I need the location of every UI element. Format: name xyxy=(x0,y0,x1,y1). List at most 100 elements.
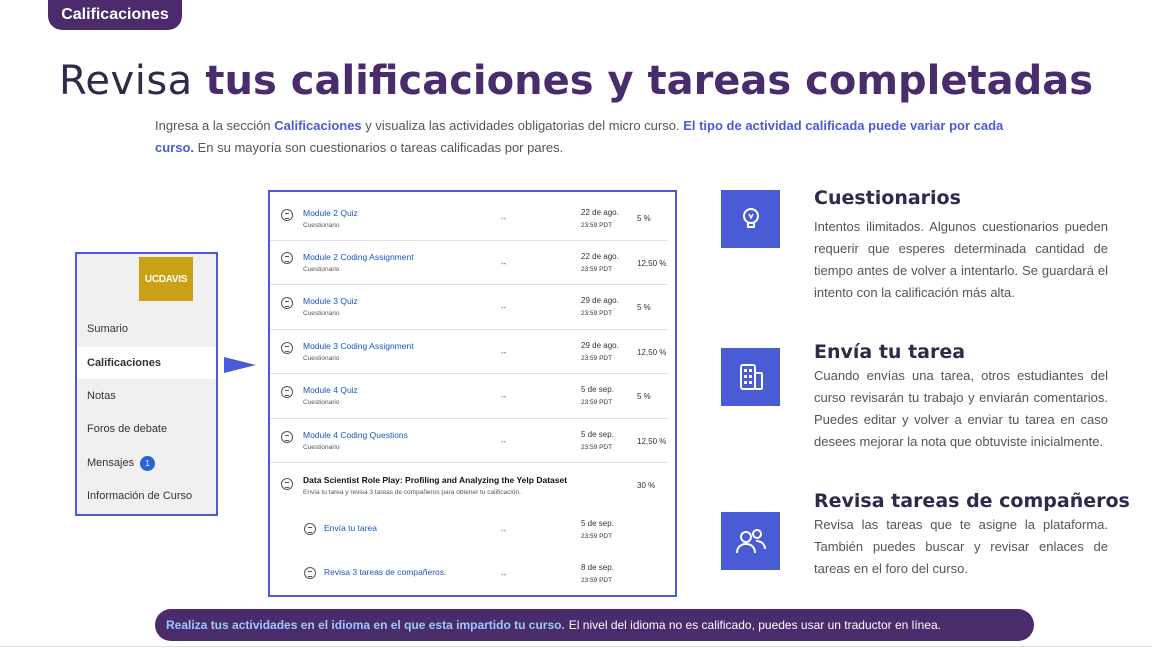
peer-assignment-title[interactable]: Data Scientist Role Play: Profiling and … xyxy=(303,475,567,485)
grade-value: -- xyxy=(501,303,507,312)
due-date: 22 de ago. xyxy=(581,252,619,261)
table-row[interactable]: Module 3 Quiz Cuestionario -- 29 de ago.… xyxy=(270,285,668,330)
quiz-icon xyxy=(281,297,293,309)
table-row[interactable]: Module 2 Coding Assignment Cuestionario … xyxy=(270,241,668,285)
assignment-type: Cuestionario xyxy=(303,310,340,317)
assignment-link[interactable]: Module 4 Coding Questions xyxy=(303,430,408,440)
due-time: 23:59 PDT xyxy=(581,533,613,540)
peer-review-icon xyxy=(304,523,316,535)
section-tag: Calificaciones xyxy=(48,0,182,30)
bottom-divider xyxy=(0,646,1152,647)
sidebar-item-label: Notas xyxy=(87,390,116,402)
sidebar-item-label: Sumario xyxy=(87,323,128,335)
sidebar-item-label: Mensajes xyxy=(87,457,135,469)
weight: 5 % xyxy=(637,303,651,312)
sidebar-item-foros[interactable]: Foros de debate xyxy=(77,413,216,445)
language-note-highlight: Realiza tus actividades en el idioma en … xyxy=(166,618,565,632)
sidebar-item-sumario[interactable]: Sumario xyxy=(77,313,216,345)
due-time: 23:59 PDT xyxy=(581,444,613,451)
grade-value: -- xyxy=(501,259,507,268)
forum-icon xyxy=(304,567,316,579)
assignment-link[interactable]: Module 4 Quiz xyxy=(303,385,358,395)
sidebar-item-mensajes[interactable]: Mensajes 1 xyxy=(77,447,216,479)
table-row[interactable]: Module 4 Quiz Cuestionario -- 5 de sep. … xyxy=(270,374,668,419)
peer-review-icon xyxy=(281,478,293,490)
building-icon xyxy=(721,348,780,406)
course-sidebar: UCDAVIS Sumario Calificaciones Notas For… xyxy=(75,252,218,516)
table-row[interactable]: Module 2 Quiz Cuestionario -- 22 de ago.… xyxy=(270,192,668,241)
people-icon xyxy=(721,512,780,570)
language-note-text: El nivel del idioma no es calificado, pu… xyxy=(568,618,942,632)
due-date: 22 de ago. xyxy=(581,208,619,217)
grade-value: -- xyxy=(501,526,507,535)
grade-value: -- xyxy=(501,348,507,357)
due-time: 23:59 PDT xyxy=(581,266,613,273)
feature-text-envia: Cuando envías una tarea, otros estudiant… xyxy=(814,368,1108,449)
assignment-type: Cuestionario xyxy=(303,266,340,273)
pointer-arrow-icon xyxy=(224,357,256,373)
lightbulb-icon xyxy=(721,190,780,248)
review-peers-link[interactable]: Revisa 3 tareas de compañeros. xyxy=(324,567,446,577)
feature-title-revisa: Revisa tareas de compañeros xyxy=(814,490,1130,512)
sidebar-item-label: Información de Curso xyxy=(87,490,193,502)
submit-task-link[interactable]: Envía tu tarea xyxy=(324,523,377,533)
due-time: 23:59 PDT xyxy=(581,399,613,406)
due-date: 8 de sep. xyxy=(581,563,614,572)
ucdavis-logo: UCDAVIS xyxy=(139,257,193,301)
assignment-link[interactable]: Module 3 Coding Assignment xyxy=(303,341,414,351)
weight: 12,50 % xyxy=(637,437,667,446)
quiz-icon xyxy=(281,209,293,221)
weight: 12,50 % xyxy=(637,348,667,357)
feature-title-envia: Envía tu tarea xyxy=(814,341,966,363)
title-light: Revisa xyxy=(58,58,193,104)
intro-highlight-1: Calificaciones xyxy=(274,118,362,133)
intro-paragraph: Ingresa a la sección Calificaciones y vi… xyxy=(155,115,1005,159)
due-time: 23:59 PDT xyxy=(581,577,613,584)
weight: 30 % xyxy=(637,481,656,490)
assignment-link[interactable]: Module 3 Quiz xyxy=(303,296,358,306)
sidebar-item-label: Foros de debate xyxy=(87,423,168,435)
intro-text-3: En su mayoría son cuestionarios o tareas… xyxy=(194,140,564,155)
assignment-type: Cuestionario xyxy=(303,444,340,451)
page-title: Revisa tus calificaciones y tareas compl… xyxy=(0,58,1152,104)
quiz-icon xyxy=(281,342,293,354)
due-date: 5 de sep. xyxy=(581,430,614,439)
feature-text-revisa: Revisa las tareas que te asigne la plata… xyxy=(814,517,1108,576)
due-date: 29 de ago. xyxy=(581,341,619,350)
language-note-bar: Realiza tus actividades en el idioma en … xyxy=(155,609,1034,641)
due-date: 5 de sep. xyxy=(581,519,614,528)
due-time: 23:59 PDT xyxy=(581,355,613,362)
grade-value: -- xyxy=(501,214,507,223)
table-row-submit[interactable]: Envía tu tarea -- 5 de sep. 23:59 PDT xyxy=(270,508,668,552)
table-row[interactable]: Module 3 Coding Assignment Cuestionario … xyxy=(270,330,668,374)
grades-table: Module 2 Quiz Cuestionario -- 22 de ago.… xyxy=(268,190,677,597)
due-time: 23:59 PDT xyxy=(581,222,613,229)
table-row[interactable]: Module 4 Coding Questions Cuestionario -… xyxy=(270,419,668,463)
table-row-review[interactable]: Revisa 3 tareas de compañeros. -- 8 de s… xyxy=(270,552,668,596)
grade-value: -- xyxy=(501,570,507,579)
feature-title-cuestionarios: Cuestionarios xyxy=(814,187,961,209)
weight: 5 % xyxy=(637,392,651,401)
assignment-type: Cuestionario xyxy=(303,355,340,362)
sidebar-item-notas[interactable]: Notas xyxy=(77,380,216,412)
title-bold: tus calificaciones y tareas completadas xyxy=(205,58,1094,104)
grade-value: -- xyxy=(501,392,507,401)
peer-assignment-desc: Envía tu tarea y revisa 3 tareas de comp… xyxy=(303,489,521,496)
assignment-link[interactable]: Module 2 Quiz xyxy=(303,208,358,218)
sidebar-item-informacion[interactable]: Información de Curso xyxy=(77,480,216,512)
weight: 12,50 % xyxy=(637,259,667,268)
message-count-badge: 1 xyxy=(140,455,156,471)
quiz-icon xyxy=(281,431,293,443)
assignment-link[interactable]: Module 2 Coding Assignment xyxy=(303,252,414,262)
grade-value: -- xyxy=(501,437,507,446)
assignment-type: Cuestionario xyxy=(303,222,340,229)
feature-text-cuestionarios: Intentos ilimitados. Algunos cuestionari… xyxy=(814,219,1108,300)
assignment-type: Cuestionario xyxy=(303,399,340,406)
table-row-peer-assignment[interactable]: Data Scientist Role Play: Profiling and … xyxy=(270,463,668,508)
due-time: 23:59 PDT xyxy=(581,310,613,317)
intro-text-2: y visualiza las actividades obligatorias… xyxy=(361,118,684,133)
quiz-icon xyxy=(281,252,293,264)
due-date: 29 de ago. xyxy=(581,296,619,305)
intro-text-1: Ingresa a la sección xyxy=(155,118,275,133)
sidebar-item-calificaciones[interactable]: Calificaciones xyxy=(77,347,216,379)
